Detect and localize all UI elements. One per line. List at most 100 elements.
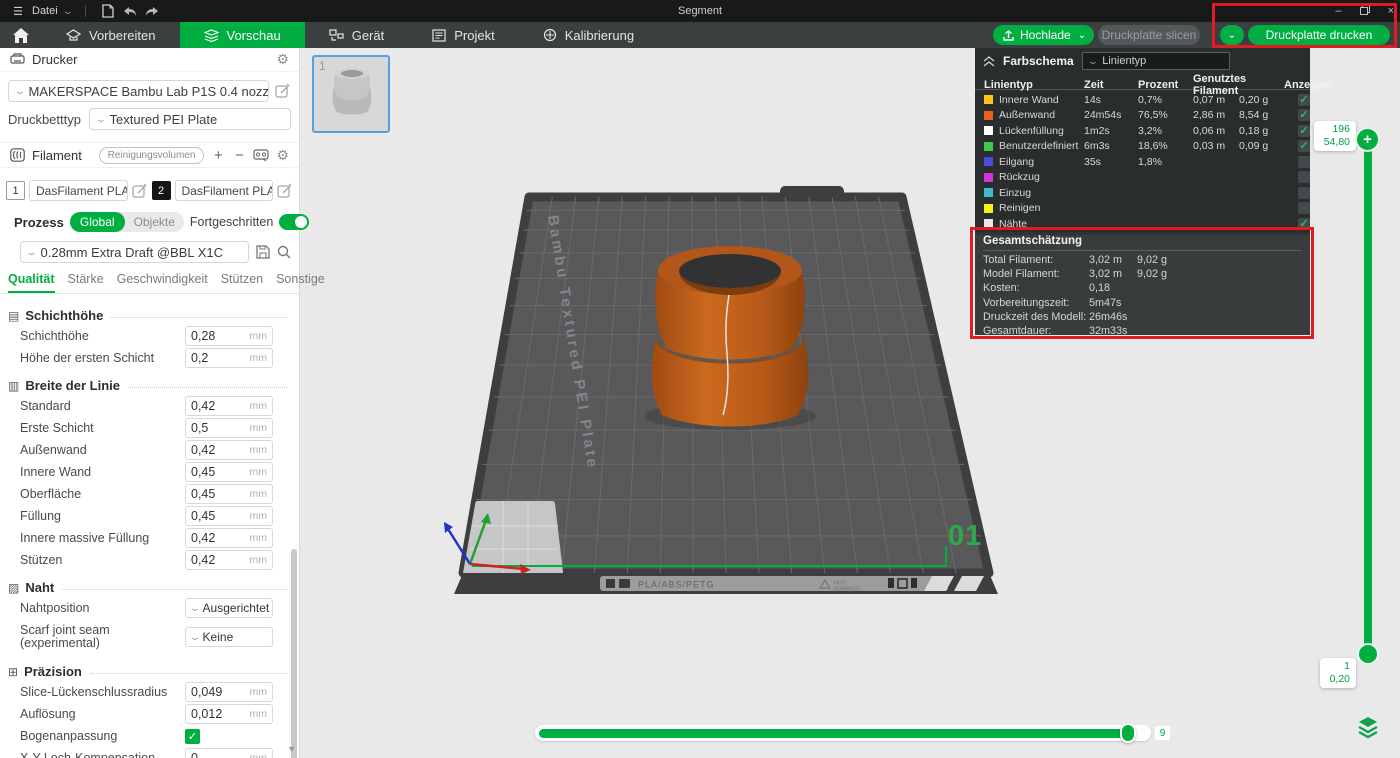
tab-projekt[interactable]: Projekt: [408, 22, 518, 48]
print-dropdown-button[interactable]: ⌄: [1220, 25, 1244, 45]
step-slider-handle[interactable]: [1120, 723, 1136, 743]
edit-printer-icon[interactable]: [275, 83, 291, 99]
restore-button[interactable]: [1360, 5, 1370, 18]
filament-2-select[interactable]: DasFilament PLA 1: [175, 180, 274, 201]
add-filament-button[interactable]: +: [211, 147, 225, 164]
toolbar-right: Hochladen ⌄ Druckplatte slicen ⌄ Druckpl…: [970, 22, 1400, 48]
flush-volumes-button[interactable]: Reinigungsvolumen: [99, 147, 205, 164]
collapse-icon[interactable]: [983, 56, 995, 67]
first-layer-height-input[interactable]: 0,2mm: [185, 348, 273, 368]
print-plate-button[interactable]: Druckplatte drucken: [1248, 25, 1390, 45]
setting-row: Innere Wand0,45mm: [0, 461, 299, 483]
tab-staerke[interactable]: Stärke: [68, 272, 104, 293]
tab-sonstige[interactable]: Sonstige: [276, 272, 325, 293]
resolution-input[interactable]: 0,012mm: [185, 704, 273, 724]
edit-filament-1-icon[interactable]: [132, 183, 148, 199]
tab-stuetzen[interactable]: Stützen: [221, 272, 263, 293]
model-ring-object[interactable]: [652, 246, 809, 426]
scope-objects[interactable]: Objekte: [125, 215, 184, 229]
setting-label: Scarf joint seam (experimental): [20, 624, 185, 650]
xy-hole-compensation-input[interactable]: 0mm: [185, 748, 273, 758]
save-preset-icon[interactable]: [256, 245, 270, 259]
seam-position-select[interactable]: ⌄Ausgerichtet: [185, 598, 273, 618]
estimate-row: Druckzeit des Modell:26m46s: [983, 311, 1302, 325]
layer-slider-track[interactable]: [1364, 140, 1372, 654]
close-button[interactable]: ×: [1388, 5, 1394, 17]
color-scheme-select[interactable]: ⌄ Linientyp: [1082, 52, 1230, 70]
settings-scrollbar[interactable]: [291, 549, 297, 758]
tab-label: Gerät: [352, 28, 385, 43]
filament-slot-number[interactable]: 1: [6, 181, 25, 200]
show-line-type-checkbox[interactable]: ✓: [1298, 125, 1310, 137]
line-width-inner-wall-input[interactable]: 0,45mm: [185, 462, 273, 482]
filament-1-select[interactable]: DasFilament PLA 1: [29, 180, 128, 201]
gap-closing-radius-input[interactable]: 0,049mm: [185, 682, 273, 702]
show-line-type-checkbox[interactable]: ✓: [1298, 218, 1310, 230]
edit-filament-2-icon[interactable]: [277, 183, 293, 199]
layer-height-icon: ▤: [8, 309, 19, 323]
redo-icon[interactable]: [144, 3, 160, 19]
seam-icon: ▨: [8, 581, 19, 595]
filament-slot-number[interactable]: 2: [152, 181, 171, 200]
tab-qualitaet[interactable]: Qualität: [8, 272, 55, 293]
show-line-type-checkbox[interactable]: ✓: [1298, 109, 1310, 121]
process-preset-select[interactable]: ⌄ 0.28mm Extra Draft @BBL X1C: [20, 241, 249, 263]
advanced-toggle[interactable]: [279, 214, 309, 230]
tab-geschwindigkeit[interactable]: Geschwindigkeit: [117, 272, 208, 293]
printer-select[interactable]: ⌄ MAKERSPACE Bambu Lab P1S 0.4 nozzle: [8, 80, 269, 102]
search-icon[interactable]: [277, 245, 291, 259]
layer-slider-handle[interactable]: [1357, 643, 1379, 665]
home-button[interactable]: [0, 22, 42, 48]
new-file-icon[interactable]: [100, 3, 116, 19]
layers-view-icon[interactable]: [1355, 714, 1381, 740]
line-width-support-input[interactable]: 0,42mm: [185, 550, 273, 570]
scarf-joint-select[interactable]: ⌄Keine: [185, 627, 273, 647]
line-type-row: Einzug✓: [975, 185, 1310, 201]
scroll-down-arrow-icon[interactable]: ▼: [287, 744, 296, 754]
show-line-type-checkbox[interactable]: ✓: [1298, 156, 1310, 168]
setting-value: Keine: [203, 630, 234, 644]
chevron-down-icon[interactable]: ⌄: [61, 6, 73, 17]
scope-toggle[interactable]: Global Objekte: [70, 212, 184, 232]
minimize-button[interactable]: –: [1335, 5, 1341, 17]
hamburger-menu-icon[interactable]: ☰: [10, 3, 26, 19]
svg-text:SURFACE: SURFACE: [834, 587, 860, 593]
remove-filament-button[interactable]: −: [232, 147, 246, 164]
line-width-infill-input[interactable]: 0,45mm: [185, 506, 273, 526]
line-color-swatch: [984, 142, 993, 151]
tab-vorschau[interactable]: Vorschau: [180, 22, 305, 48]
ams-icon[interactable]: [253, 149, 269, 162]
plate-thumbnail[interactable]: 1: [312, 55, 390, 133]
file-menu[interactable]: Datei: [32, 5, 58, 17]
show-line-type-checkbox[interactable]: ✓: [1298, 140, 1310, 152]
tab-kalibrierung[interactable]: Kalibrierung: [519, 22, 658, 48]
printer-settings-gear-icon[interactable]: ⚙: [276, 51, 289, 68]
setting-unit: mm: [250, 708, 268, 720]
viewport-3d[interactable]: Bambu Textured PEI Plate PLA/ABS/PETG: [300, 48, 1400, 758]
line-width-first-layer-input[interactable]: 0,5mm: [185, 418, 273, 438]
show-line-type-checkbox[interactable]: ✓: [1298, 94, 1310, 106]
setting-unit: mm: [250, 510, 268, 522]
bed-type-select[interactable]: ⌄ Textured PEI Plate: [89, 108, 291, 130]
undo-icon[interactable]: [122, 3, 138, 19]
line-width-solid-infill-input[interactable]: 0,42mm: [185, 528, 273, 548]
arc-fitting-checkbox[interactable]: ✓: [185, 729, 200, 744]
line-width-default-input[interactable]: 0,42mm: [185, 396, 273, 416]
layer-height-input[interactable]: 0,28mm: [185, 326, 273, 346]
line-width-top-surface-input[interactable]: 0,45mm: [185, 484, 273, 504]
step-slider[interactable]: 9: [535, 725, 1151, 741]
scope-global[interactable]: Global: [70, 212, 125, 232]
tab-label: Kalibrierung: [565, 28, 634, 43]
setting-label: Außenwand: [20, 444, 185, 457]
filament-settings-gear-icon[interactable]: ⚙: [276, 147, 289, 164]
tab-geraet[interactable]: Gerät: [305, 22, 409, 48]
show-line-type-checkbox[interactable]: ✓: [1298, 202, 1310, 214]
line-width-outer-wall-input[interactable]: 0,42mm: [185, 440, 273, 460]
layer-slider-top-button[interactable]: +: [1355, 127, 1380, 152]
setting-value: 0,42: [191, 531, 250, 545]
tab-vorbereiten[interactable]: Vorbereiten: [42, 22, 180, 48]
show-line-type-checkbox[interactable]: ✓: [1298, 171, 1310, 183]
show-line-type-checkbox[interactable]: ✓: [1298, 187, 1310, 199]
slice-plate-button[interactable]: Druckplatte slicen: [1098, 25, 1200, 45]
slice-dropdown-button[interactable]: ⌄: [1070, 25, 1094, 45]
